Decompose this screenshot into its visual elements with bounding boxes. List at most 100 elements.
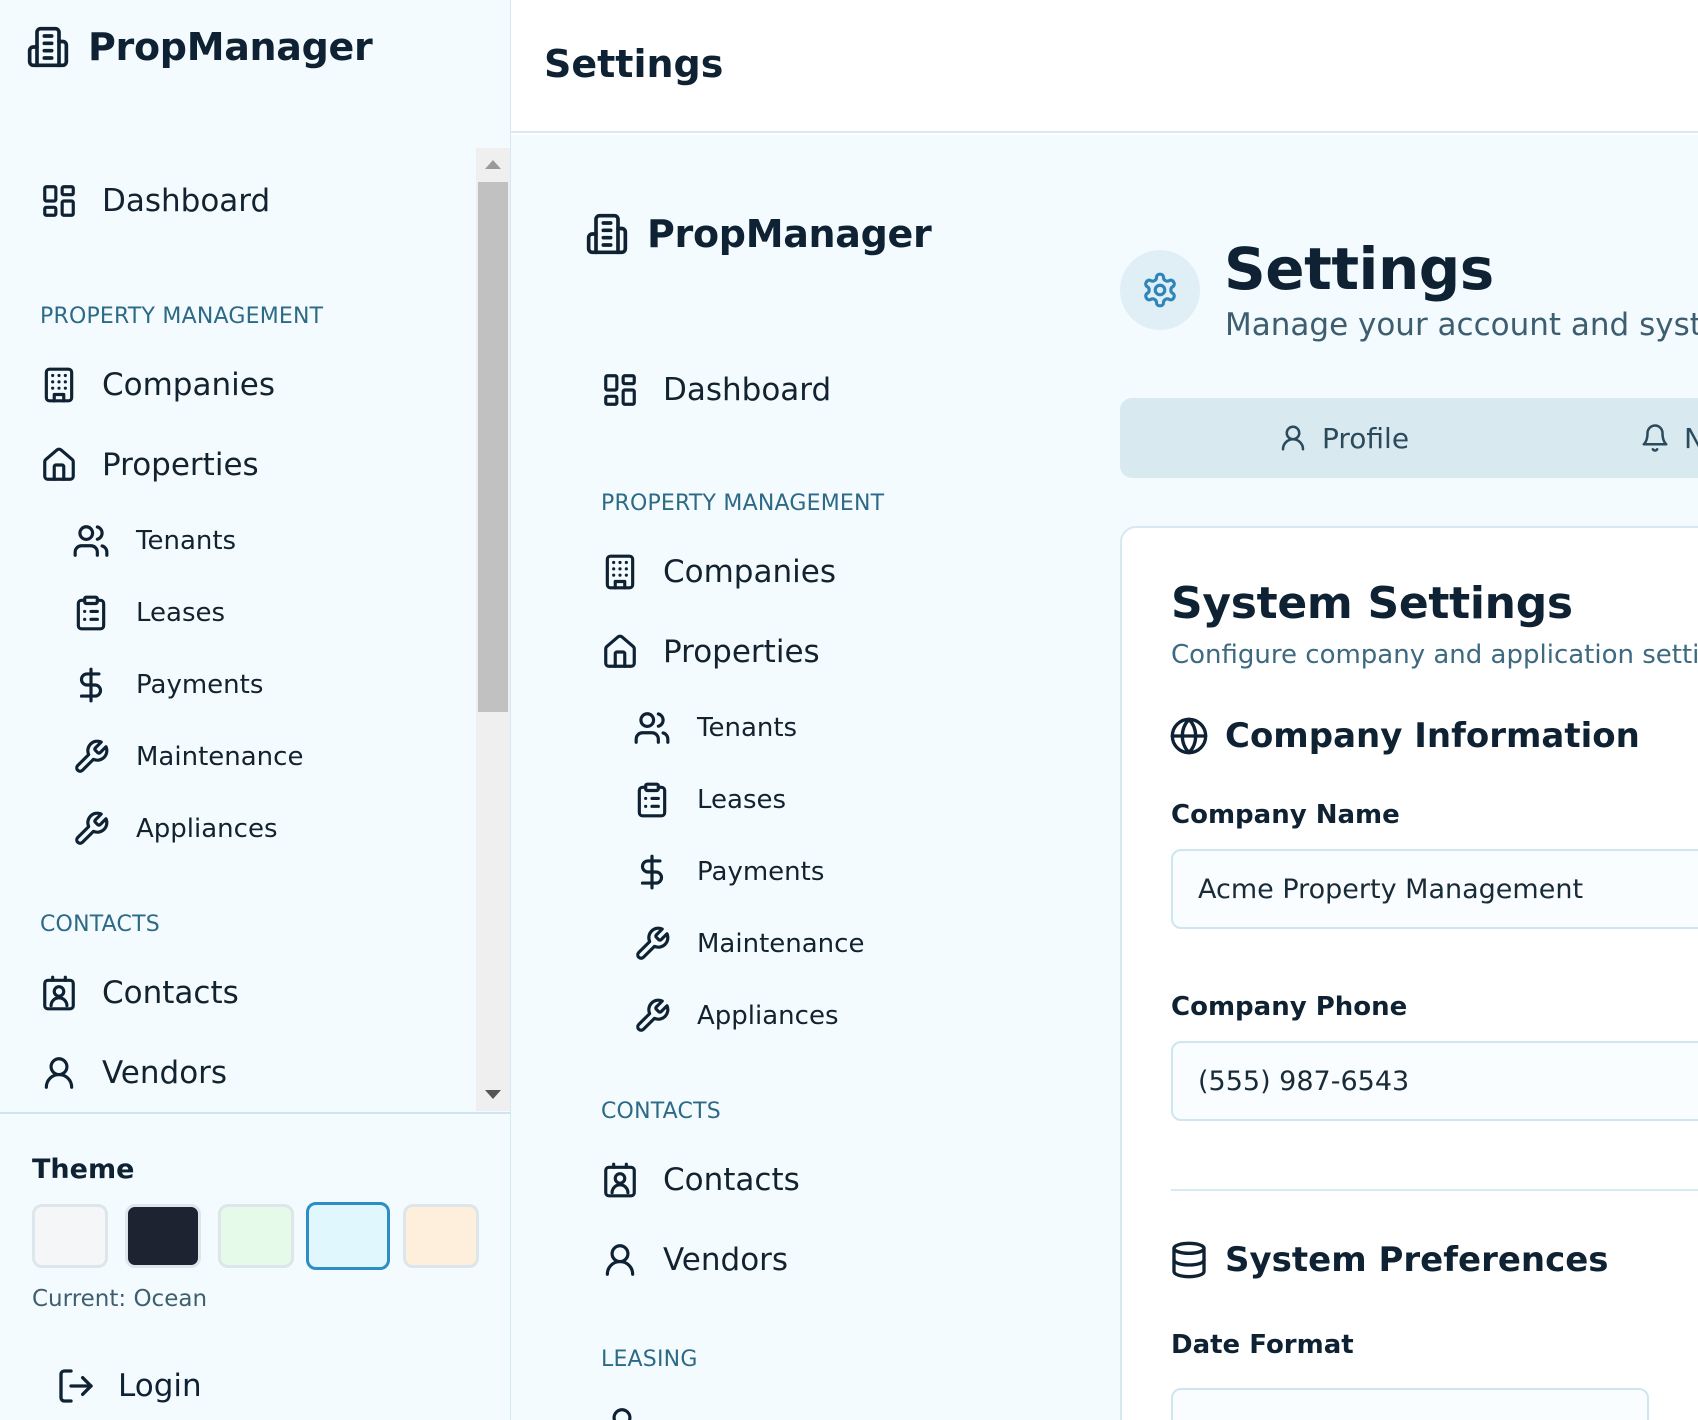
building-logo-icon: [26, 24, 70, 70]
tab-profile[interactable]: Profile: [1278, 398, 1409, 478]
theme-swatch-dark[interactable]: [125, 1204, 201, 1268]
user-icon: [40, 1054, 78, 1092]
sidebar-item-label: Tenants: [136, 526, 237, 556]
tab-label: N: [1684, 421, 1698, 455]
settings-heading: Settings: [1224, 235, 1494, 303]
home-icon: [601, 633, 639, 671]
sidebar-item-dashboard[interactable]: Dashboard: [601, 371, 831, 409]
sidebar-item-contacts[interactable]: Contacts: [40, 974, 239, 1012]
company-name-input[interactable]: [1171, 849, 1698, 929]
top-bar: Settings: [511, 0, 1698, 133]
sidebar-item-label: Properties: [663, 634, 820, 670]
sidebar-item-appliances[interactable]: Appliances: [633, 997, 839, 1035]
sidebar-item-maintenance[interactable]: Maintenance: [72, 738, 303, 776]
sidebar-item-payments[interactable]: Payments: [72, 666, 263, 704]
scroll-down-arrow-icon[interactable]: [485, 1090, 501, 1099]
sidebar-item-label: Contacts: [663, 1162, 800, 1198]
settings-badge: [1120, 250, 1200, 330]
sidebar-item-companies[interactable]: Companies: [601, 553, 836, 591]
dashboard-icon: [601, 371, 639, 409]
wrench-icon: [72, 810, 110, 848]
sidebar-scrollbar[interactable]: [476, 148, 510, 1111]
sidebar-item-leases[interactable]: Leases: [633, 781, 786, 819]
theme-swatch-sand[interactable]: [403, 1204, 479, 1268]
brand[interactable]: PropManager: [585, 211, 932, 257]
clipboard-list-icon: [72, 594, 110, 632]
building-icon: [601, 553, 639, 591]
sidebar-item-maintenance[interactable]: Maintenance: [633, 925, 864, 963]
brand-name: PropManager: [647, 212, 932, 256]
company-phone-input[interactable]: [1171, 1041, 1698, 1121]
contact-icon: [40, 974, 78, 1012]
sidebar-item-tenants[interactable]: Tenants: [72, 522, 236, 560]
section-heading-label: Company Information: [1225, 716, 1640, 756]
theme-current: Current: Ocean: [32, 1286, 208, 1312]
section-label-contacts: CONTACTS: [40, 912, 160, 937]
sidebar-item-appliances[interactable]: Appliances: [72, 810, 278, 848]
company-information-heading: Company Information: [1169, 716, 1640, 756]
brand[interactable]: PropManager: [26, 24, 373, 70]
sidebar-item-label: Appliances: [697, 1001, 839, 1031]
login-label: Login: [118, 1368, 202, 1404]
sidebar-item-payments[interactable]: Payments: [633, 853, 824, 891]
sidebar-item-vendors[interactable]: Vendors: [40, 1054, 227, 1092]
sidebar-item-dashboard[interactable]: Dashboard: [40, 182, 270, 220]
building-logo-icon: [585, 211, 629, 257]
sidebar-item-tenants[interactable]: Tenants: [633, 709, 797, 747]
sidebar-item-label: Companies: [663, 554, 836, 590]
scroll-up-arrow-icon[interactable]: [485, 160, 501, 169]
wrench-icon: [72, 738, 110, 776]
system-preferences-heading: System Preferences: [1169, 1240, 1609, 1280]
partial-user-icon: [603, 1405, 641, 1420]
dashboard-icon: [40, 182, 78, 220]
user-icon: [1278, 423, 1308, 453]
sidebar-item-label: Contacts: [102, 975, 239, 1011]
user-icon: [601, 1241, 639, 1279]
sidebar-item-leases[interactable]: Leases: [72, 594, 225, 632]
date-format-label: Date Format: [1171, 1330, 1354, 1360]
gear-icon: [1141, 271, 1179, 309]
date-format-select[interactable]: [1171, 1388, 1649, 1420]
page-title: Settings: [544, 42, 724, 86]
users-icon: [633, 709, 671, 747]
scrollbar-thumb[interactable]: [478, 182, 508, 712]
settings-subtitle: Manage your account and system: [1225, 307, 1698, 343]
sidebar-item-properties[interactable]: Properties: [601, 633, 820, 671]
brand-name: PropManager: [88, 25, 373, 69]
company-phone-label: Company Phone: [1171, 992, 1408, 1022]
building-icon: [40, 366, 78, 404]
log-out-icon: [56, 1366, 96, 1406]
sidebar-item-label: Leases: [697, 785, 787, 815]
sidebar-item-properties[interactable]: Properties: [40, 446, 259, 484]
tab-notifications[interactable]: N: [1640, 398, 1698, 478]
embedded-sidebar: PropManager Dashboard PROPERTY MANAGEMEN…: [511, 135, 1071, 1420]
sidebar-item-vendors[interactable]: Vendors: [601, 1241, 788, 1279]
login-button[interactable]: Login: [56, 1366, 202, 1406]
theme-swatch-mint[interactable]: [218, 1204, 294, 1268]
theme-picker: Theme Current: Ocean Login: [0, 1112, 510, 1420]
theme-swatch-light[interactable]: [32, 1204, 108, 1268]
sidebar-item-label: Payments: [136, 670, 264, 700]
tab-label: Profile: [1322, 421, 1410, 455]
main-content: PropManager Dashboard PROPERTY MANAGEMEN…: [511, 135, 1698, 1420]
card-subtitle: Configure company and application settin…: [1171, 640, 1698, 670]
clipboard-list-icon: [633, 781, 671, 819]
sidebar-item-label: Dashboard: [663, 372, 832, 408]
database-icon: [1169, 1240, 1209, 1280]
sidebar-item-label: Properties: [102, 447, 259, 483]
sidebar-item-contacts[interactable]: Contacts: [601, 1161, 800, 1199]
wrench-icon: [633, 997, 671, 1035]
home-icon: [40, 446, 78, 484]
theme-swatch-ocean[interactable]: [306, 1202, 390, 1270]
sidebar-nav: Dashboard PROPERTY MANAGEMENT Companies …: [0, 148, 510, 1111]
users-icon: [72, 522, 110, 560]
sidebar-item-label: Tenants: [697, 713, 798, 743]
globe-icon: [1169, 716, 1209, 756]
sidebar-item-label: Payments: [697, 857, 825, 887]
dollar-icon: [633, 853, 671, 891]
sidebar-item-label: Vendors: [102, 1055, 228, 1091]
sidebar-item-label: Dashboard: [102, 183, 271, 219]
sidebar-item-companies[interactable]: Companies: [40, 366, 275, 404]
section-label-contacts: CONTACTS: [601, 1099, 721, 1124]
sidebar-item-label: Vendors: [663, 1242, 789, 1278]
